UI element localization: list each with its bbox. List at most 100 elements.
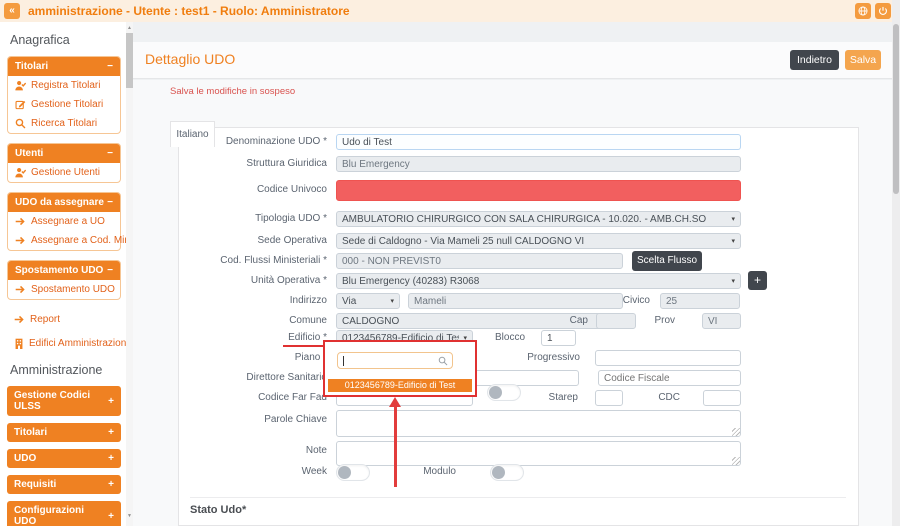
farfad-toggle[interactable] <box>487 384 521 401</box>
unita-operativa-select[interactable]: Blu Emergency (40283) R3068▾ <box>336 273 741 289</box>
toggle-knob <box>489 386 502 399</box>
search-icon <box>15 118 26 129</box>
sidebar-item-label: Gestione Titolari <box>31 99 103 110</box>
app-window: « amministrazione - Utente : test1 - Ruo… <box>0 0 900 526</box>
week-label: Week <box>177 466 327 477</box>
language-globe-button[interactable] <box>855 3 871 19</box>
week-toggle[interactable] <box>336 464 370 481</box>
civico-input <box>660 293 740 309</box>
section-title: Titolari <box>15 61 48 72</box>
section-header-udo[interactable]: UDO + <box>7 449 121 468</box>
modulo-toggle[interactable] <box>490 464 524 481</box>
user-icon <box>15 80 26 91</box>
collapse-icon[interactable]: − <box>107 148 113 159</box>
section-header-gestione-codici-ulss[interactable]: Gestione Codici ULSS+ <box>7 386 121 416</box>
sidebar-section-titolari: Titolari+ <box>7 423 121 442</box>
sidebar-section-gestione-codici-ulss: Gestione Codici ULSS+ <box>7 386 121 416</box>
expand-icon[interactable]: + <box>108 453 114 464</box>
collapse-icon[interactable]: − <box>107 197 113 208</box>
add-unita-button[interactable]: + <box>748 271 767 290</box>
sidebar-section-udo-da-assegnare: UDO da assegnare−Assegnare a UOAssegnare… <box>7 192 121 251</box>
back-button[interactable]: Indietro <box>790 50 839 70</box>
section-title: Spostamento UDO <box>15 265 103 276</box>
comune-label: Comune <box>177 315 327 326</box>
collapse-icon[interactable]: − <box>107 265 113 276</box>
section-header-titolari[interactable]: Titolari+ <box>7 423 121 442</box>
tab-italiano[interactable]: Italiano <box>170 121 215 147</box>
sidebar-item-gestione-utenti[interactable]: Gestione Utenti <box>8 163 120 182</box>
section-header-spostamento-udo[interactable]: Spostamento UDO− <box>8 261 120 280</box>
sidebar-item-report[interactable]: Report <box>5 309 123 330</box>
section-header-configurazioni-udo[interactable]: Configurazioni UDO+ <box>7 501 121 526</box>
page-scrollbar-thumb[interactable] <box>893 24 899 194</box>
power-icon <box>878 6 888 16</box>
note-label: Note <box>177 445 327 456</box>
prov-input <box>702 313 741 329</box>
section-header-udo-da-assegnare[interactable]: UDO da assegnare− <box>8 193 120 212</box>
logout-power-button[interactable] <box>875 3 891 19</box>
struttura-input <box>336 156 741 172</box>
top-header-bar: « amministrazione - Utente : test1 - Ruo… <box>0 0 900 22</box>
progressivo-label: Progressivo <box>527 352 580 363</box>
collapse-icon[interactable]: − <box>107 61 113 72</box>
sidebar-item-ricerca-titolari[interactable]: Ricerca Titolari <box>8 114 120 133</box>
building-icon <box>14 338 24 349</box>
flussi-input <box>336 253 623 269</box>
text-cursor <box>343 356 344 366</box>
section-header-utenti[interactable]: Utenti− <box>8 144 120 163</box>
section-title: Requisiti <box>14 479 56 490</box>
expand-icon[interactable]: + <box>108 427 114 438</box>
flussi-label: Cod. Flussi Ministeriali * <box>177 255 327 266</box>
arrow-icon <box>15 216 26 227</box>
sidebar-item-registra-titolari[interactable]: Registra Titolari <box>8 76 120 95</box>
textarea-resize-grip[interactable] <box>732 457 740 465</box>
arrow-icon <box>15 235 26 246</box>
dropdown-search-input[interactable] <box>337 352 453 369</box>
dropdown-option-selected[interactable]: 0123456789-Edificio di Test <box>328 379 472 392</box>
expand-icon[interactable]: + <box>108 511 114 522</box>
tipologia-select[interactable]: AMBULATORIO CHIRURGICO CON SALA CHIRURGI… <box>336 211 741 227</box>
section-header-titolari[interactable]: Titolari − <box>8 57 120 76</box>
codice-univoco-input-error[interactable] <box>336 180 741 201</box>
page-title-bar <box>133 42 892 79</box>
expand-icon[interactable]: + <box>108 396 114 407</box>
unita-operativa-label: Unità Operativa * <box>177 275 327 286</box>
window-title: amministrazione - Utente : test1 - Ruolo… <box>28 4 350 18</box>
starep-label: Starep <box>533 392 578 403</box>
sidebar-item-assegnare-a-uo[interactable]: Assegnare a UO <box>8 212 120 231</box>
pending-changes-notice: Salva le modifiche in sospeso <box>170 86 295 97</box>
starep-input[interactable] <box>595 390 623 406</box>
textarea-resize-grip[interactable] <box>732 428 740 436</box>
sidebar-item-assegnare-a-cod-min[interactable]: Assegnare a Cod. Min. <box>8 231 120 250</box>
cdc-input[interactable] <box>703 390 741 406</box>
sidebar-collapse-button[interactable]: « <box>4 3 20 19</box>
annotation-arrow-line <box>394 406 397 487</box>
globe-icon <box>858 6 868 16</box>
sidebar-section-udo: UDO + <box>7 449 121 468</box>
piano-label: Piano * <box>177 352 327 363</box>
expand-icon[interactable]: + <box>108 479 114 490</box>
sidebar-scrollbar-thumb[interactable] <box>126 33 133 88</box>
sidebar-item-edifici-amministrazione[interactable]: Edifici Amministrazione <box>5 333 123 354</box>
progressivo-input[interactable] <box>595 350 741 366</box>
sidebar-scrollbar-track[interactable] <box>126 22 133 526</box>
sidebar-section-spostamento-udo: Spostamento UDO−Spostamento UDO <box>7 260 121 300</box>
save-button[interactable]: Salva <box>845 50 881 70</box>
sidebar-scroll-down-icon[interactable]: ▼ <box>126 512 133 520</box>
codice-fiscale-input[interactable] <box>598 370 741 386</box>
sidebar-item-spostamento-udo[interactable]: Spostamento UDO <box>8 280 120 299</box>
section-title: UDO <box>14 453 36 464</box>
denominazione-input[interactable] <box>336 134 741 150</box>
sidebar-item-gestione-titolari[interactable]: Gestione Titolari <box>8 95 120 114</box>
scelta-flusso-button[interactable]: Scelta Flusso <box>632 251 702 271</box>
prov-label: Prov <box>630 315 675 326</box>
sidebar-scroll-up-icon[interactable]: ▲ <box>126 24 133 32</box>
blocco-input[interactable] <box>541 330 576 346</box>
sidebar-item-label: Gestione Utenti <box>31 167 100 178</box>
sede-operativa-select[interactable]: Sede di Caldogno - Via Mameli 25 null CA… <box>336 233 741 249</box>
sidebar-item-label: Registra Titolari <box>31 80 100 91</box>
arrow-icon <box>14 314 25 325</box>
section-header-requisiti[interactable]: Requisiti + <box>7 475 121 494</box>
edificio-red-underline-annotation <box>283 345 328 347</box>
via-value: Via <box>342 296 386 307</box>
